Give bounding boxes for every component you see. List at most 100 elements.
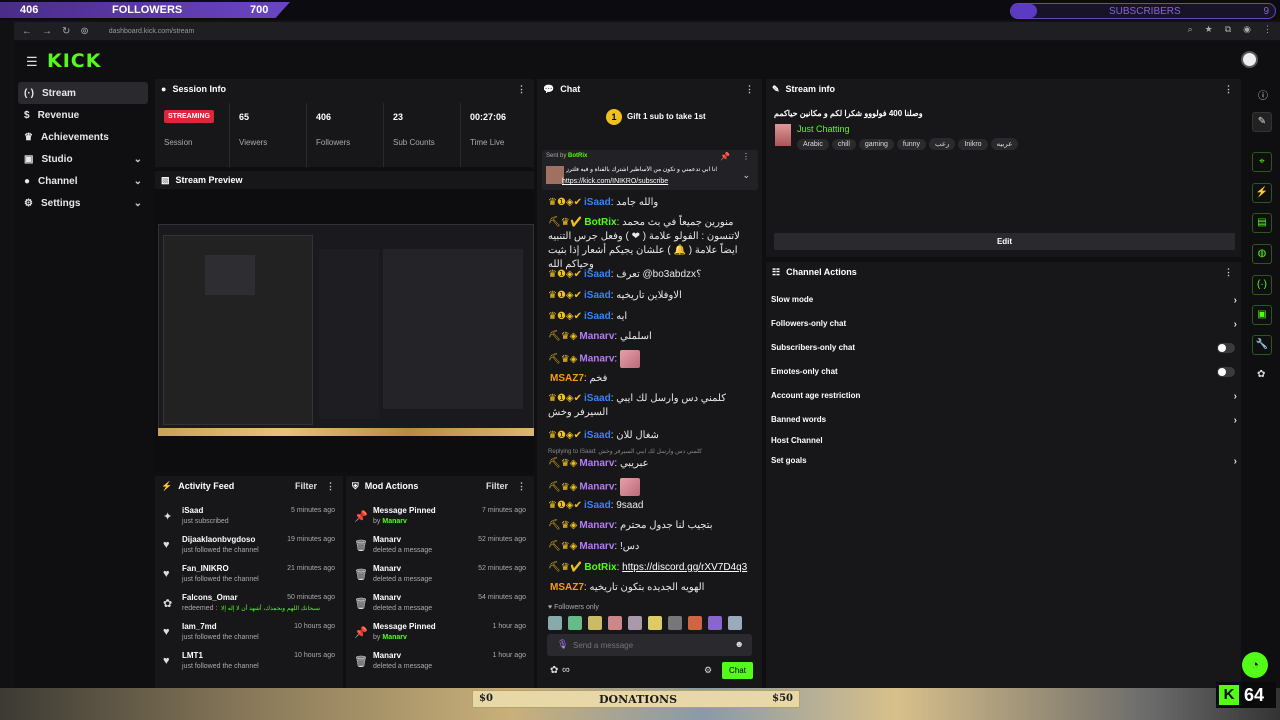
followers-only-chat-item[interactable]: Followers-only chat › xyxy=(771,319,1237,339)
avatar[interactable] xyxy=(648,616,662,630)
mod-widget-icon[interactable]: ▤ xyxy=(1252,213,1272,233)
chat-message[interactable]: MSAZ7: فخم xyxy=(548,372,758,386)
sidebar-item-stream[interactable]: (·) Stream xyxy=(18,82,148,104)
chat-link[interactable]: https://discord.gg/rXV7D4q3 xyxy=(622,562,747,573)
chat-input-box[interactable]: 🎙 ☻ xyxy=(547,634,752,656)
url-bar[interactable]: dashboard.kick.com/stream xyxy=(109,28,195,35)
banned-words-item[interactable]: Banned words › xyxy=(771,415,1237,435)
chat-settings-icon[interactable]: ⚙ xyxy=(704,665,712,676)
chat-message[interactable]: ⛏♛◈ Manarv: xyxy=(548,478,758,496)
bookmark-star-icon[interactable]: ★ xyxy=(1205,24,1213,35)
chat-username[interactable]: iSaad xyxy=(584,311,611,322)
sidebar-item-settings[interactable]: ⚙ Settings ⌄ xyxy=(18,192,148,214)
avatar[interactable] xyxy=(708,616,722,630)
info-icon[interactable]: ⓘ xyxy=(1258,87,1268,102)
browser-menu-icon[interactable]: ⋮ xyxy=(1263,24,1272,35)
tools-widget-icon[interactable]: 🔧 xyxy=(1252,335,1272,355)
session-widget-icon[interactable]: ⌖ xyxy=(1252,152,1272,172)
chat-message[interactable]: ♛❶◈✔ iSaad: الاوفلاين تاريخيه xyxy=(548,289,758,303)
chevron-down-icon[interactable]: ⌄ xyxy=(742,170,750,181)
edit-layout-icon[interactable]: ✎ xyxy=(1252,112,1272,132)
host-channel-item[interactable]: Host Channel xyxy=(771,436,1237,456)
set-goals-item[interactable]: Set goals › xyxy=(771,456,1237,476)
emotes-only-toggle[interactable] xyxy=(1217,367,1235,377)
chat-message[interactable]: ⛏♛✔ BotRix: https://discord.gg/rXV7D4q3 xyxy=(548,561,758,575)
filter-button[interactable]: Filter xyxy=(295,481,317,491)
avatar[interactable] xyxy=(548,616,562,630)
stream-tag[interactable]: رعب xyxy=(929,138,956,150)
avatar[interactable] xyxy=(568,616,582,630)
stream-tag[interactable]: Inikro xyxy=(958,139,988,150)
chat-username[interactable]: Manarv xyxy=(579,354,614,365)
pinned-link[interactable]: https://kick.com/INIKRO/subscribe xyxy=(562,178,668,185)
chat-username[interactable]: iSaad xyxy=(584,269,611,280)
more-options-icon[interactable]: ⋮ xyxy=(517,481,526,492)
site-info-icon[interactable]: ⊚ xyxy=(80,26,88,37)
category-name[interactable]: Just Chatting xyxy=(797,124,850,134)
more-options-icon[interactable]: ⋮ xyxy=(517,84,526,95)
avatar[interactable] xyxy=(608,616,622,630)
gift-sub-button[interactable]: Gift 1 sub to take 1st xyxy=(627,112,706,121)
more-options-icon[interactable]: ⋮ xyxy=(1224,267,1233,278)
chat-username[interactable]: MSAZ7 xyxy=(550,582,584,593)
avatar[interactable] xyxy=(628,616,642,630)
menu-icon[interactable]: ☰ xyxy=(26,54,38,70)
stream-tag[interactable]: funny xyxy=(896,139,926,150)
pinned-message[interactable]: Sent by BotRix 📌 ⋮ انا ابي تدعمني و تكون… xyxy=(542,150,758,190)
more-options-icon[interactable]: ⋮ xyxy=(742,152,750,161)
chat-username[interactable]: iSaad xyxy=(584,290,611,301)
chat-username[interactable]: BotRix xyxy=(584,562,616,573)
avatar[interactable] xyxy=(588,616,602,630)
stream-preview-video[interactable] xyxy=(158,224,534,436)
chat-message[interactable]: ♛❶◈✔ iSaad: تعرف @bo3abdzx؟ xyxy=(548,268,758,282)
sidebar-item-achievements[interactable]: ♛ Achievements xyxy=(18,126,148,148)
kick-logo[interactable]: KICK xyxy=(47,50,101,72)
activity-widget-icon[interactable]: ⚡ xyxy=(1252,183,1272,203)
chat-username[interactable]: iSaad xyxy=(584,197,611,208)
sidebar-item-channel[interactable]: ● Channel ⌄ xyxy=(18,170,148,192)
chat-message[interactable]: MSAZ7: الهويه الجديده بتكون تاريخيه xyxy=(548,581,758,595)
emoji-icon[interactable]: ☻ xyxy=(735,639,744,649)
chat-username[interactable]: BotRix xyxy=(584,217,616,228)
chat-username[interactable]: Manarv xyxy=(579,458,614,469)
chat-message[interactable]: ♛❶◈✔ iSaad: شغال للان xyxy=(548,429,758,443)
chat-username[interactable]: MSAZ7 xyxy=(550,373,584,384)
pin-icon[interactable]: 📌 xyxy=(720,152,730,161)
chat-message[interactable]: ♛❶◈✔ iSaad: 9saad xyxy=(548,499,758,513)
chat-input[interactable] xyxy=(573,638,723,652)
extensions-icon[interactable]: ⧉ xyxy=(1225,24,1231,35)
send-chat-button[interactable]: Chat xyxy=(722,662,753,679)
avatar[interactable] xyxy=(688,616,702,630)
support-chat-icon[interactable]: ◔ xyxy=(1242,652,1268,678)
stream-tag[interactable]: Arabic xyxy=(797,139,829,150)
chat-message[interactable]: ♛❶◈✔ iSaad: كلمني دس وارسل لك ايبي السيرف… xyxy=(548,392,758,420)
chat-username[interactable]: iSaad xyxy=(584,393,611,404)
channel-points-icon[interactable]: ✿ xyxy=(1257,369,1265,380)
avatar[interactable] xyxy=(668,616,682,630)
forward-icon[interactable]: → xyxy=(42,26,52,37)
chat-message[interactable]: ⛏♛◈ Manarv: بتجيب لنا جدول محترم xyxy=(548,519,758,533)
avatar[interactable] xyxy=(728,616,742,630)
chat-message[interactable]: ⛏♛◈ Manarv: xyxy=(548,350,758,368)
more-options-icon[interactable]: ⋮ xyxy=(745,84,754,95)
stream-tag[interactable]: chill xyxy=(831,139,856,150)
back-icon[interactable]: ← xyxy=(22,26,32,37)
chat-username[interactable]: iSaad xyxy=(584,500,611,511)
subscribers-only-toggle[interactable] xyxy=(1217,343,1235,353)
chat-message[interactable]: ♛❶◈✔ iSaad: ايه xyxy=(548,310,758,324)
chat-username[interactable]: Manarv xyxy=(579,541,614,552)
chat-username[interactable]: Manarv xyxy=(579,520,614,531)
channel-points-icon[interactable]: ✿ xyxy=(550,665,558,676)
chat-username[interactable]: Manarv xyxy=(579,482,614,493)
slow-mode-item[interactable]: Slow mode › xyxy=(771,295,1237,315)
chat-message[interactable]: ⛏♛✔ BotRix: منورين جميعاً في بث محمد لاتن… xyxy=(548,216,758,272)
account-age-item[interactable]: Account age restriction › xyxy=(771,391,1237,411)
microphone-icon[interactable]: 🎙 xyxy=(557,639,568,650)
profile-icon[interactable]: ◉ xyxy=(1243,24,1251,35)
sidebar-item-revenue[interactable]: $ Revenue xyxy=(18,104,148,126)
chat-message[interactable]: ⛏♛◈ Manarv: !دس xyxy=(548,540,758,554)
more-options-icon[interactable]: ⋮ xyxy=(326,481,335,492)
reload-icon[interactable]: ↻ xyxy=(62,26,70,37)
broadcast-widget-icon[interactable]: (·) xyxy=(1252,275,1272,295)
stream-tag[interactable]: gaming xyxy=(858,139,894,150)
